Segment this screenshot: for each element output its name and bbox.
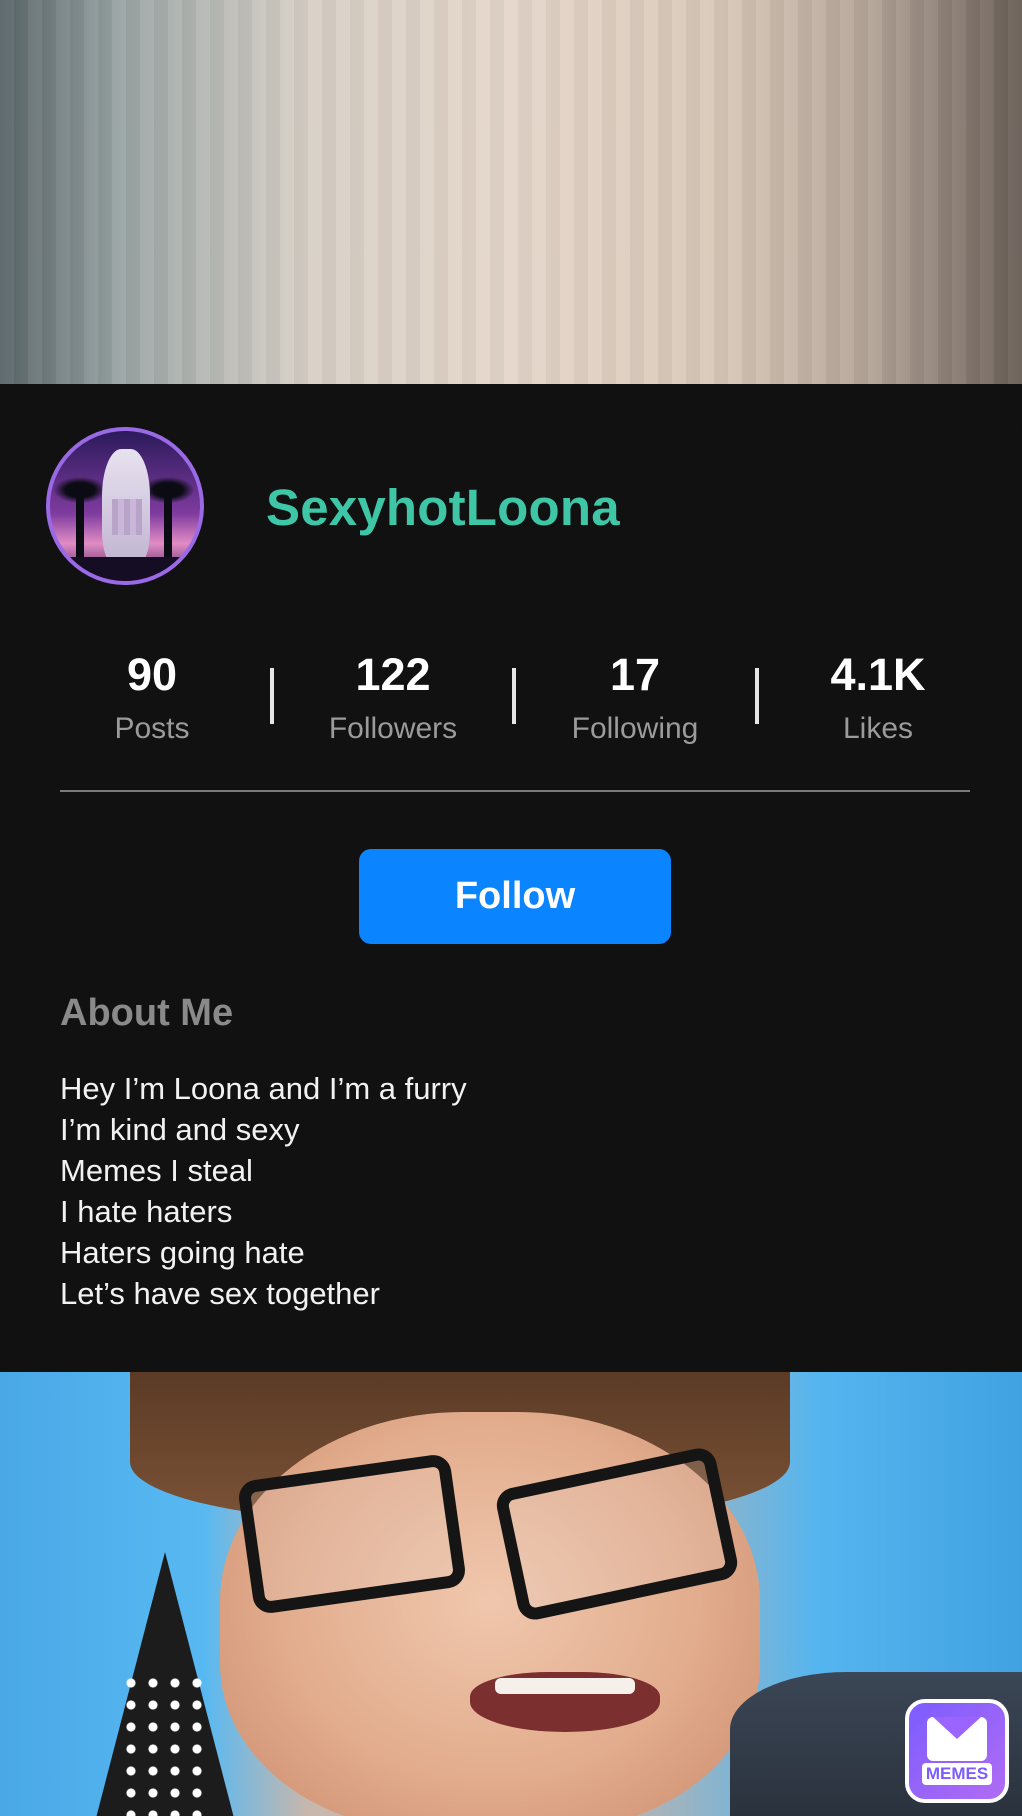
memes-badge-label: MEMES (921, 1763, 993, 1785)
stat-label: Likes (842, 712, 914, 745)
stat-label: Following (571, 712, 699, 745)
stat-label: Posts (114, 712, 190, 745)
palm-tree (142, 477, 194, 559)
stat-value: 90 (126, 649, 178, 700)
bio-line: I’m kind and sexy (60, 1112, 300, 1147)
bio-line: Haters going hate (60, 1235, 305, 1270)
about-title: About Me (60, 992, 234, 1034)
stat-posts[interactable]: 90 Posts (52, 648, 252, 746)
username: SexyhotLoona (266, 479, 620, 536)
bio: Hey I’m Loona and I’m a furry I’m kind a… (60, 1068, 467, 1314)
follow-button[interactable]: Follow (359, 849, 671, 944)
stat-likes[interactable]: 4.1K Likes (778, 648, 978, 746)
bio-line: Hey I’m Loona and I’m a furry (60, 1071, 467, 1106)
avatar[interactable] (46, 427, 204, 585)
censor-blur (112, 499, 142, 535)
stat-value: 122 (355, 649, 431, 700)
photo-mouth (470, 1672, 660, 1732)
avatar-floor (50, 557, 200, 581)
stat-separator (755, 668, 759, 724)
bio-line: Let’s have sex together (60, 1276, 380, 1311)
divider (60, 790, 970, 792)
stat-followers[interactable]: 122 Followers (293, 648, 493, 746)
bio-line: Memes I steal (60, 1153, 253, 1188)
meme-photo (0, 1372, 1022, 1816)
stat-following[interactable]: 17 Following (535, 648, 735, 746)
memes-badge[interactable]: MEMES (905, 1699, 1009, 1803)
cover-photo (0, 0, 1022, 384)
stat-value: 4.1K (830, 649, 926, 700)
hat-dots (120, 1672, 210, 1816)
bio-line: I hate haters (60, 1194, 233, 1229)
envelope-icon (927, 1717, 987, 1761)
stat-separator (270, 668, 274, 724)
stat-label: Followers (328, 712, 458, 745)
palm-tree (54, 477, 106, 559)
stat-separator (512, 668, 516, 724)
stat-value: 17 (609, 649, 661, 700)
